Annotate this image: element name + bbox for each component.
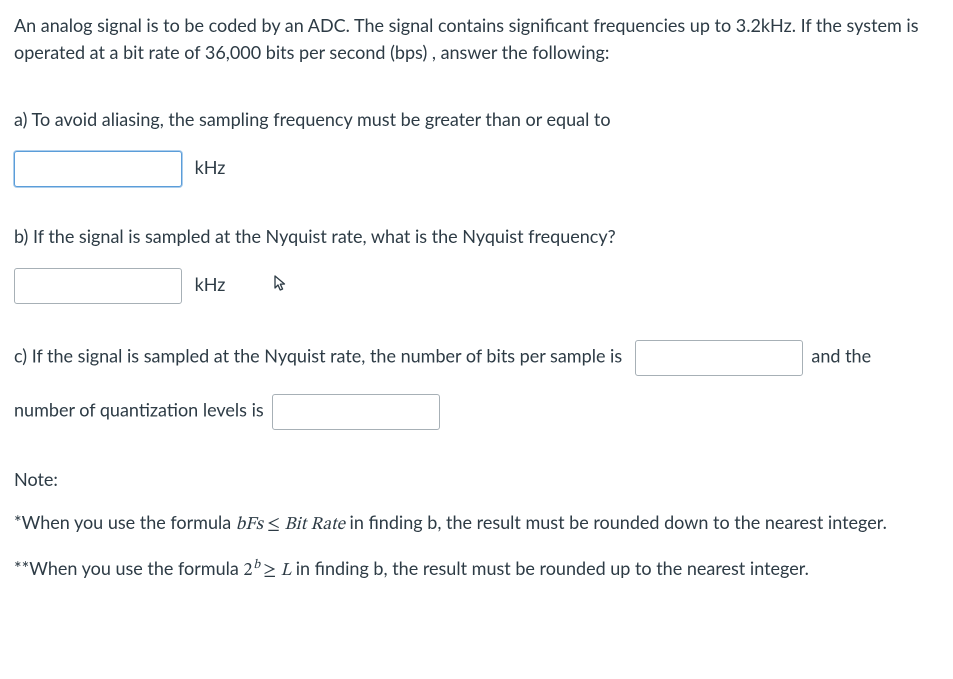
part-c-text-after1: and the: [811, 345, 871, 367]
part-b: b) If the signal is sampled at the Nyqui…: [14, 223, 939, 304]
note2-exp: b: [253, 559, 260, 572]
note-heading: Note:: [14, 466, 939, 493]
part-c: c) If the signal is sampled at the Nyqui…: [14, 340, 939, 430]
note-section: Note: *When you use the formula bFs ≤ Bi…: [14, 466, 939, 585]
part-c-text2: number of quantization levels is: [14, 399, 264, 421]
part-b-unit: kHz: [195, 273, 226, 295]
part-b-input[interactable]: [14, 268, 182, 304]
note-line-2: **When you use the formula 2b ≥ L in fin…: [14, 555, 939, 585]
part-b-prompt: b) If the signal is sampled at the Nyqui…: [14, 223, 939, 250]
note1-suffix: in finding b, the result must be rounded…: [345, 511, 887, 533]
note2-prefix: **When you use the formula: [14, 557, 243, 579]
note1-prefix: *When you use the formula: [14, 511, 236, 533]
note1-rhs: Bit Rate: [284, 516, 345, 534]
note2-suffix: in finding b, the result must be rounded…: [291, 557, 809, 579]
note1-op: ≤: [263, 516, 284, 534]
part-a: a) To avoid aliasing, the sampling frequ…: [14, 106, 939, 187]
part-c-input-bits[interactable]: [635, 340, 803, 376]
note1-b: b: [236, 516, 245, 534]
note2-base: 2: [243, 562, 252, 580]
note2-rhs: L: [281, 562, 292, 580]
note-line-1: *When you use the formula bFs ≤ Bit Rate…: [14, 509, 939, 539]
question-intro: An analog signal is to be coded by an AD…: [14, 12, 939, 66]
note2-op: ≥: [259, 562, 280, 580]
part-c-input-levels[interactable]: [272, 394, 440, 430]
part-c-text1: c) If the signal is sampled at the Nyqui…: [14, 345, 622, 367]
cursor-icon: [274, 273, 288, 300]
part-a-prompt: a) To avoid aliasing, the sampling frequ…: [14, 106, 939, 133]
part-a-unit: kHz: [195, 156, 226, 178]
part-a-input[interactable]: [14, 151, 182, 187]
intro-text: An analog signal is to be coded by an AD…: [14, 14, 919, 63]
note1-fs: Fs: [245, 516, 263, 534]
